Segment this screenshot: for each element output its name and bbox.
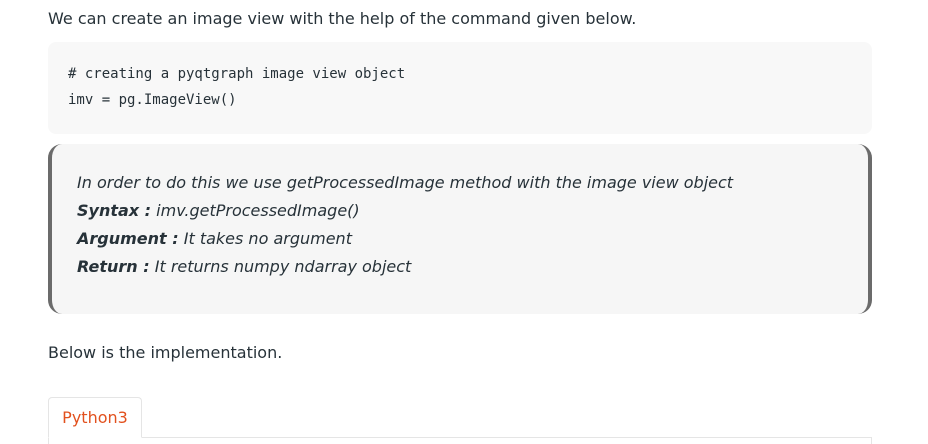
implementation-intro: Below is the implementation. (48, 343, 283, 362)
code-block: # creating a pyqtgraph image view object… (48, 42, 872, 134)
syntax-label: Syntax : (77, 201, 152, 220)
argument-label: Argument : (77, 229, 179, 248)
code-line-statement: imv = pg.ImageView() (68, 92, 237, 108)
syntax-value: imv.getProcessedImage() (151, 201, 360, 220)
return-line: Return : It returns numpy ndarray object (77, 254, 868, 282)
return-label: Return : (77, 257, 150, 276)
intro-paragraph: We can create an image view with the hel… (48, 9, 637, 28)
code-line-comment: # creating a pyqtgraph image view object (68, 66, 406, 82)
code-tabs-panel (48, 437, 872, 444)
return-value: It returns numpy ndarray object (149, 257, 412, 276)
argument-value: It takes no argument (178, 229, 352, 248)
tab-python3[interactable]: Python3 (48, 397, 142, 438)
argument-line: Argument : It takes no argument (77, 226, 868, 254)
syntax-line: Syntax : imv.getProcessedImage() (77, 198, 868, 226)
method-description: In order to do this we use getProcessedI… (77, 173, 734, 192)
method-info-blockquote: In order to do this we use getProcessedI… (48, 144, 872, 314)
